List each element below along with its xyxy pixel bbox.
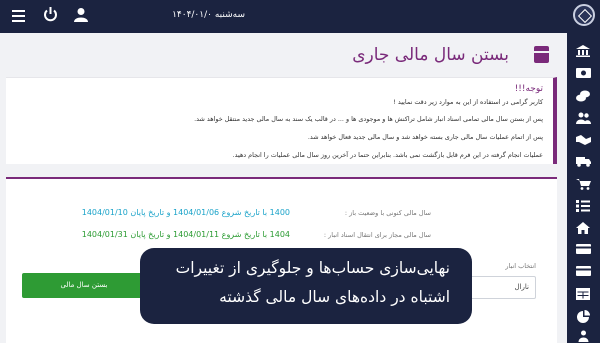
users-icon[interactable] [575, 330, 591, 342]
calendar-icon [534, 46, 549, 63]
card-icon[interactable] [575, 244, 591, 256]
banner-line-2: اشتباه در داده‌های سال مالی گذشته [219, 288, 450, 306]
warning-title: توجه!!! [514, 84, 543, 94]
current-date: سه‌شنبه ۱۴۰۴/۰۱/۰ [172, 10, 245, 20]
sidebar [567, 33, 600, 343]
current-year-label: سال مالی کنونی با وضعیت باز : [344, 209, 431, 217]
warehouse-select-value: نارال [514, 283, 530, 291]
chart-pie-icon[interactable] [575, 310, 591, 323]
warning-line: عملیات انجام گرفته در این فرم قابل بازگش… [232, 151, 543, 159]
users-icon[interactable] [575, 112, 591, 124]
top-bar: سه‌شنبه ۱۴۰۴/۰۱/۰ [0, 0, 600, 33]
card-icon[interactable] [575, 266, 591, 278]
allowed-year-value: 1404 با تاریخ شروع 1404/01/11 و تاریخ پا… [81, 230, 290, 239]
close-year-button[interactable]: بستن سال مالی [22, 273, 146, 298]
coins-icon[interactable] [575, 90, 591, 102]
shopping-cart-icon[interactable] [575, 178, 591, 190]
warehouse-select-label: انتخاب انبار [505, 262, 536, 270]
warning-line: پس از بستن سال مالی تمامی اسناد انبار شا… [194, 115, 543, 123]
current-year-value: 1400 با تاریخ شروع 1404/01/06 و تاریخ پا… [81, 208, 290, 217]
user-icon[interactable] [74, 7, 88, 26]
money-icon[interactable] [575, 68, 591, 80]
banner-line-1: نهایی‌سازی حساب‌ها و جلوگیری از تغییرات [175, 259, 450, 277]
warning-line: پس از اتمام عملیات سال مالی جاری بسته خو… [307, 133, 543, 141]
tasks-icon[interactable] [575, 200, 591, 212]
handshake-icon[interactable] [575, 134, 591, 146]
logo-icon[interactable] [573, 4, 595, 26]
power-icon[interactable] [43, 7, 58, 26]
menu-icon[interactable] [12, 7, 25, 25]
home-icon[interactable] [575, 222, 591, 234]
allowed-year-label: سال مالی مجاز برای انتقال اسناد انبار : [323, 231, 431, 239]
bank-icon[interactable] [575, 45, 591, 57]
page-title: بستن سال مالی جاری [352, 45, 509, 65]
caption-banner: نهایی‌سازی حساب‌ها و جلوگیری از تغییرات … [140, 248, 472, 324]
warning-box: توجه!!! کاربر گرامی در استفاده از این به… [6, 77, 557, 164]
warning-line: کاربر گرامی در استفاده از این به موارد ز… [393, 98, 543, 106]
truck-icon[interactable] [575, 156, 591, 168]
table-icon[interactable] [575, 288, 591, 300]
